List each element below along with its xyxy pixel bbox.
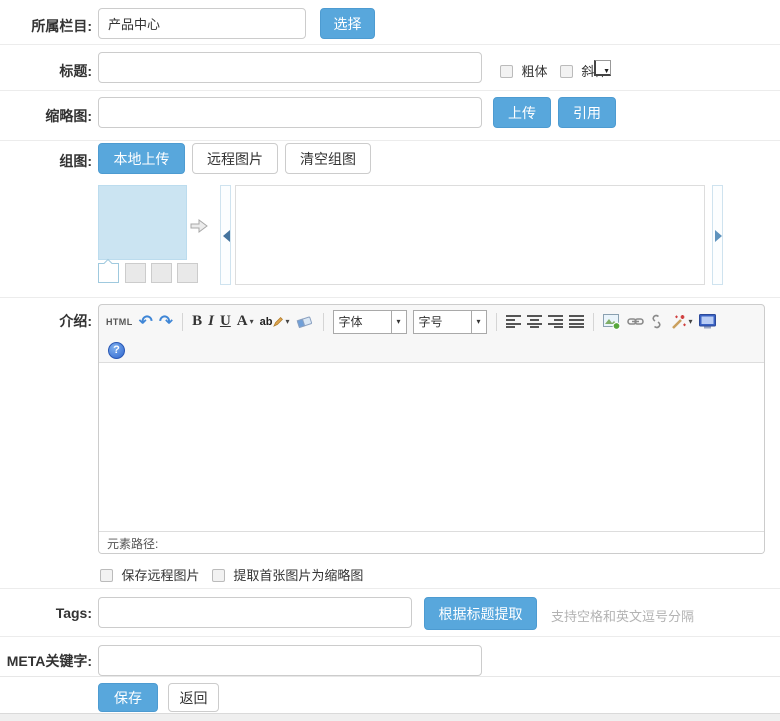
insert-image-icon[interactable] bbox=[603, 314, 621, 330]
font-size-select[interactable]: 字号 ▾ bbox=[413, 310, 487, 334]
undo-icon[interactable]: ↶ bbox=[139, 313, 153, 330]
chevron-down-icon: ▾ bbox=[250, 317, 254, 326]
triangle-left-icon bbox=[223, 230, 230, 242]
editor-element-path: 元素路径: bbox=[99, 531, 764, 553]
redo-icon[interactable]: ↷ bbox=[159, 313, 173, 330]
underline-button[interactable]: U bbox=[220, 313, 231, 330]
editor-content[interactable] bbox=[99, 363, 764, 531]
extract-first-image-checkbox[interactable] bbox=[212, 569, 225, 582]
row-divider bbox=[0, 588, 780, 589]
title-input[interactable] bbox=[98, 52, 482, 83]
link-icon[interactable] bbox=[627, 316, 644, 327]
chevron-down-icon: ▼ bbox=[603, 68, 610, 75]
gallery-label: 组图: bbox=[59, 151, 92, 171]
meta-keywords-label: META关键字: bbox=[7, 651, 92, 671]
save-remote-images-checkbox[interactable] bbox=[100, 569, 113, 582]
triangle-right-icon bbox=[715, 230, 722, 242]
chevron-down-icon: ▾ bbox=[471, 311, 486, 333]
align-center-icon[interactable] bbox=[527, 315, 542, 328]
title-label: 标题: bbox=[59, 61, 92, 81]
back-button[interactable]: 返回 bbox=[168, 683, 219, 712]
row-divider bbox=[0, 297, 780, 298]
chevron-down-icon: ▾ bbox=[286, 317, 290, 326]
thumbnail-label: 缩略图: bbox=[45, 106, 92, 126]
eraser-icon[interactable] bbox=[296, 315, 314, 329]
row-divider bbox=[0, 140, 780, 141]
title-color-picker[interactable]: ▼ bbox=[594, 60, 611, 76]
category-input[interactable] bbox=[98, 8, 306, 39]
italic-checkbox[interactable] bbox=[560, 65, 573, 78]
page-bottom-strip bbox=[0, 713, 780, 721]
chevron-down-icon: ▾ bbox=[689, 317, 693, 326]
toolbar-divider bbox=[323, 313, 324, 331]
intro-label: 介绍: bbox=[59, 311, 92, 331]
fullscreen-icon[interactable] bbox=[699, 314, 716, 329]
bold-checkbox-label: 粗体 bbox=[521, 64, 547, 79]
tags-input[interactable] bbox=[98, 597, 412, 628]
highlight-button[interactable]: ab ▾ bbox=[260, 316, 290, 328]
gallery-tab-local-upload[interactable]: 本地上传 bbox=[98, 143, 185, 174]
justify-icon[interactable] bbox=[569, 315, 584, 328]
thumbnail-quote-button[interactable]: 引用 bbox=[558, 97, 616, 128]
rich-text-editor: HTML ↶ ↷ B I U A ▾ ab ▾ 字体 ▾ bbox=[98, 304, 765, 554]
gallery-scroll-left[interactable] bbox=[220, 185, 231, 285]
row-divider bbox=[0, 636, 780, 637]
toolbar-divider bbox=[182, 313, 183, 331]
gallery-scroll-right[interactable] bbox=[712, 185, 723, 285]
gallery-preview-box[interactable] bbox=[98, 185, 187, 260]
gallery-tab-clear[interactable]: 清空组图 bbox=[285, 143, 371, 174]
editor-toolbar-row2: ? bbox=[99, 338, 764, 363]
gallery-tab-remote-image[interactable]: 远程图片 bbox=[192, 143, 278, 174]
tags-extract-button[interactable]: 根据标题提取 bbox=[424, 597, 537, 630]
gallery-list-area[interactable] bbox=[235, 185, 705, 285]
gallery-thumb-slot[interactable] bbox=[98, 263, 119, 283]
category-select-button[interactable]: 选择 bbox=[320, 8, 375, 39]
font-family-select[interactable]: 字体 ▾ bbox=[333, 310, 407, 334]
tags-hint: 支持空格和英文逗号分隔 bbox=[551, 606, 694, 625]
gallery-thumb-slot[interactable] bbox=[177, 263, 198, 283]
extract-first-image-label: 提取首张图片为缩略图 bbox=[233, 568, 363, 583]
italic-button[interactable]: I bbox=[208, 313, 214, 330]
category-label: 所属栏目: bbox=[31, 16, 92, 36]
help-icon[interactable]: ? bbox=[108, 342, 125, 359]
unlink-icon[interactable] bbox=[650, 314, 664, 329]
row-divider bbox=[0, 90, 780, 91]
article-edit-form: 所属栏目: 选择 标题: 粗体 斜体 ▼ 缩略图: 上传 引用 组图: 本地上传… bbox=[0, 0, 780, 721]
align-right-icon[interactable] bbox=[548, 315, 563, 328]
thumbnail-input[interactable] bbox=[98, 97, 482, 128]
html-source-button[interactable]: HTML bbox=[106, 317, 133, 327]
editor-toolbar-row1: HTML ↶ ↷ B I U A ▾ ab ▾ 字体 ▾ bbox=[99, 305, 764, 338]
bold-button[interactable]: B bbox=[192, 313, 202, 330]
gallery-thumb-slot[interactable] bbox=[125, 263, 146, 283]
font-color-button[interactable]: A ▾ bbox=[237, 313, 254, 330]
toolbar-divider bbox=[496, 313, 497, 331]
tags-label: Tags: bbox=[56, 605, 92, 621]
save-remote-images-label: 保存远程图片 bbox=[121, 568, 199, 583]
chevron-down-icon: ▾ bbox=[391, 311, 406, 333]
magic-wand-icon[interactable]: ▾ bbox=[670, 314, 693, 330]
save-button[interactable]: 保存 bbox=[98, 683, 158, 712]
align-left-icon[interactable] bbox=[506, 315, 521, 328]
meta-keywords-input[interactable] bbox=[98, 645, 482, 676]
thumbnail-upload-button[interactable]: 上传 bbox=[493, 97, 551, 128]
toolbar-divider bbox=[593, 313, 594, 331]
bold-checkbox[interactable] bbox=[500, 65, 513, 78]
pencil-icon bbox=[273, 316, 284, 327]
form-footer: 保存 返回 bbox=[0, 676, 780, 713]
arrow-right-icon bbox=[190, 217, 208, 240]
row-divider bbox=[0, 44, 780, 45]
gallery-thumb-slot[interactable] bbox=[151, 263, 172, 283]
